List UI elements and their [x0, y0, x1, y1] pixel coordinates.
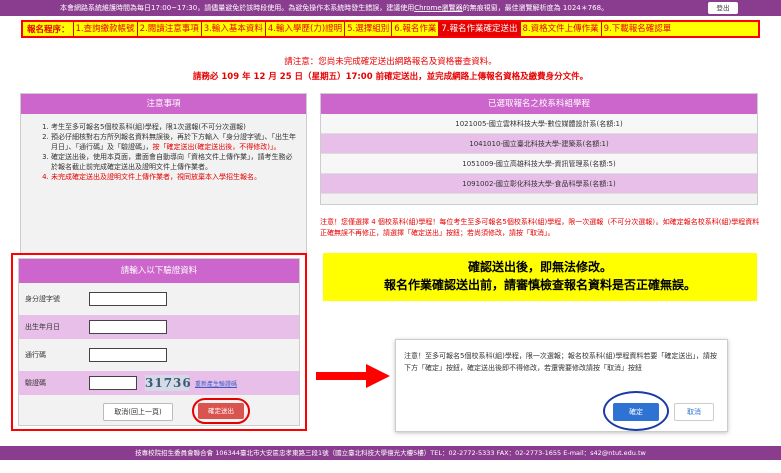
note-item-4: 未完成確定送出及證明文件上傳作業者，視同放棄本入學招生報名。: [51, 172, 296, 182]
verification-form: 請輸入以下驗證資料 身分證字號 出生年月日 通行碼 驗證碼 31736 重新產生…: [18, 258, 300, 426]
maintenance-notice: 本會網路系統維護時間為每日17:00~17:30，請儘量避免於該時段使用。為避免…: [60, 0, 608, 16]
top-notice-bar: 本會網路系統維護時間為每日17:00~17:30，請儘量避免於該時段使用。為避免…: [0, 0, 781, 16]
dialog-message: 注意！至多可報名5個校系科(組)學程，限一次選報；報名校系科(組)學程資料若要「…: [404, 352, 717, 372]
refresh-captcha-link[interactable]: 重新產生驗證碼: [195, 379, 237, 388]
dialog-ok-button[interactable]: 確定: [613, 403, 659, 421]
selection-notice: 注意！您僅選擇 4 個校系科(組)學程！每位考生至多可報名5個校系科(組)學程，…: [320, 218, 760, 237]
birthdate-label: 出生年月日: [25, 323, 60, 331]
warning-line-1: 請注意：您尚未完成確定送出網路報名及資格審查資料。: [284, 57, 497, 67]
step-item: 2.閱讀注意事項: [136, 22, 201, 36]
step-item: 5.選擇組別: [344, 22, 391, 36]
footer: 技專校院招生委員會聯合會 106344臺北市大安區忠孝東路三段1號（國立臺北科技…: [0, 446, 781, 460]
cancel-back-button[interactable]: 取消(回上一頁): [103, 403, 173, 421]
step-item: 3.輸入基本資料: [200, 22, 265, 36]
confirm-dialog: 注意！至多可報名5個校系科(組)學程，限一次選報；報名校系科(組)學程資料若要「…: [395, 339, 728, 432]
school-row: 1051009-國立高雄科技大學-資訊管理系(名額:5): [321, 154, 757, 174]
passcode-row: 通行碼: [19, 343, 299, 367]
warning-line-2: 請務必 109 年 12 月 25 日（星期五）17:00 前確定送出，並完成網…: [192, 72, 589, 82]
notice-text-2: 的無痕視窗，最佳瀏覽解析度為 1024＊768。: [462, 4, 609, 12]
notice-text-1: 本會網路系統維護時間為每日17:00~17:30，請儘量避免於該時段使用。為避免…: [60, 4, 415, 12]
step-item: 4.輸入學歷(力)證明: [264, 22, 344, 36]
captcha-image: 31736: [145, 375, 192, 391]
dialog-cancel-button[interactable]: 取消: [674, 403, 714, 421]
callout-box: 確認送出後，即無法修改。 報名作業確認送出前，請審慎檢查報名資料是否正確無誤。: [323, 253, 757, 301]
birthdate-row: 出生年月日: [19, 315, 299, 339]
step-item: 9.下載報名確認單: [600, 22, 674, 36]
note-item-2-red: 按「確定送出(確定送出後，不得修改)」。: [152, 143, 281, 151]
school-row: 1091002-國立彰化科技大學-食品科學系(名額:1): [321, 174, 757, 194]
callout-line-2: 報名作業確認送出前，請審慎檢查報名資料是否正確無誤。: [383, 278, 696, 292]
arrow-right-icon: [316, 364, 390, 388]
notes-list: 考生至多可報名5個校系科(組)學程，限1次選報(不可分次選報) 預必仔細核對右方…: [21, 114, 306, 182]
note-item-1: 考生至多可報名5個校系科(組)學程，限1次選報(不可分次選報): [51, 122, 296, 132]
step-item: 7.報名作業確定送出: [438, 22, 520, 36]
note-item-3: 確定送出後，使用本頁面，畫面會自動導向「資格文件上傳作業」，請考生務必於報名截止…: [51, 152, 296, 172]
passcode-label: 通行碼: [25, 351, 46, 359]
notes-title: 注意事項: [21, 94, 306, 114]
step-item: 8.資格文件上傳作業: [519, 22, 601, 36]
school-row: 1021005-國立雲林科技大學-數位媒體設計系(名額:1): [321, 114, 757, 134]
verify-title: 請輸入以下驗證資料: [19, 259, 299, 283]
id-number-label: 身分證字號: [25, 295, 60, 303]
captcha-label: 驗證碼: [25, 379, 46, 387]
passcode-input[interactable]: [89, 348, 167, 362]
schools-title: 已選取報名之校系科組學程: [321, 94, 757, 114]
id-number-input[interactable]: [89, 292, 167, 306]
note-item-2: 預必仔細核對右方所列報名資料無誤後，再於下方輸入「身分證字號」、「出生年月日」、…: [51, 132, 296, 152]
verification-form-highlight: 請輸入以下驗證資料 身分證字號 出生年月日 通行碼 驗證碼 31736 重新產生…: [11, 253, 307, 431]
step-item: 1.查詢繳款帳號: [72, 22, 137, 36]
callout-line-1: 確認送出後，即無法修改。: [467, 260, 612, 274]
id-number-row: 身分證字號: [19, 287, 299, 311]
submit-button-highlight: 確定送出: [192, 398, 250, 424]
selected-schools-panel: 已選取報名之校系科組學程 1021005-國立雲林科技大學-數位媒體設計系(名額…: [320, 93, 758, 205]
notes-panel: 注意事項 考生至多可報名5個校系科(組)學程，限1次選報(不可分次選報) 預必仔…: [20, 93, 307, 265]
step-item: 6.報名作業: [391, 22, 438, 36]
steps-label: 報名程序：: [27, 25, 70, 35]
captcha-input[interactable]: [89, 376, 137, 390]
process-steps: 報名程序： 1.查詢繳款帳號 2.閱讀注意事項 3.輸入基本資料 4.輸入學歷(力)證…: [21, 20, 760, 38]
chrome-link[interactable]: Chrome瀏覽器: [414, 4, 462, 12]
school-row: 1041010-國立臺北科技大學-建築系(名額:1): [321, 134, 757, 154]
logout-button[interactable]: 登出: [708, 2, 738, 14]
birthdate-input[interactable]: [89, 320, 167, 334]
submit-button[interactable]: 確定送出: [198, 403, 244, 419]
captcha-row: 驗證碼 31736 重新產生驗證碼: [19, 371, 299, 395]
